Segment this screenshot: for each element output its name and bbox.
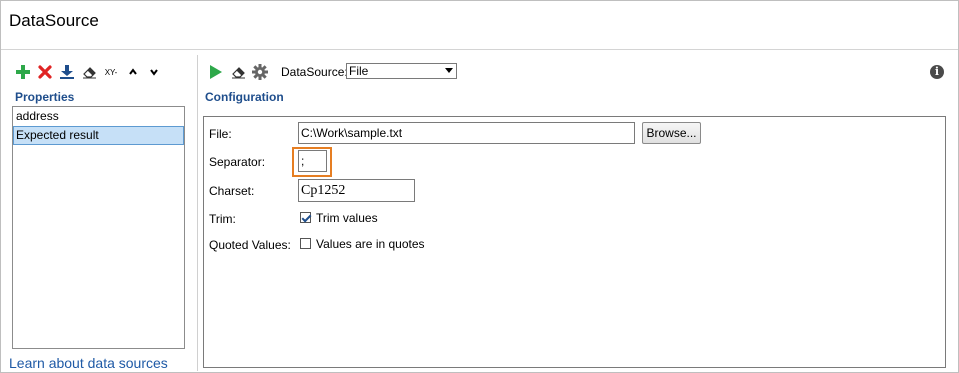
add-property-button[interactable] (14, 63, 32, 81)
browse-button[interactable]: Browse... (642, 122, 701, 144)
settings-button[interactable] (251, 63, 269, 81)
datasource-label: DataSource: (281, 65, 348, 79)
info-icon[interactable]: i (930, 65, 944, 79)
eraser-icon (82, 67, 96, 79)
add-icon (16, 65, 30, 79)
dropdown-arrow-icon (445, 68, 453, 73)
download-icon (60, 65, 74, 79)
file-label: File: (209, 127, 232, 141)
chevron-down-icon (150, 69, 158, 76)
run-button[interactable] (206, 63, 224, 81)
gear-icon (252, 64, 268, 80)
datasource-select[interactable]: File (346, 63, 457, 79)
datasource-value: File (349, 64, 369, 78)
xy-button[interactable]: XY- (100, 63, 122, 81)
properties-list[interactable]: address Expected result (12, 106, 185, 349)
values-in-quotes-checkbox[interactable] (300, 238, 311, 249)
clear-button[interactable] (80, 63, 98, 81)
eraser-icon (231, 67, 245, 79)
list-item-expected-result[interactable]: Expected result (13, 126, 184, 145)
xy-label: XY- (104, 67, 118, 77)
delete-icon (38, 65, 52, 79)
panel-divider (197, 55, 198, 371)
move-up-button[interactable] (124, 63, 142, 81)
window-title: DataSource (9, 11, 99, 30)
separator-label: Separator: (209, 155, 266, 169)
properties-heading: Properties (15, 90, 75, 104)
file-path-input[interactable]: C:\Work\sample.txt (298, 122, 635, 144)
trim-label: Trim: (209, 212, 236, 226)
separator-input[interactable]: ; (298, 150, 327, 172)
charset-input[interactable]: Cp1252 (298, 179, 415, 202)
charset-label: Charset: (209, 184, 255, 198)
list-item-address[interactable]: address (13, 107, 184, 126)
play-icon (209, 65, 222, 79)
chevron-up-icon (129, 68, 137, 75)
title-divider (1, 49, 958, 50)
clear-data-button[interactable] (229, 63, 247, 81)
delete-property-button[interactable] (36, 63, 54, 81)
move-down-button[interactable] (145, 63, 163, 81)
import-button[interactable] (58, 63, 76, 81)
trim-values-checkbox[interactable] (300, 212, 311, 223)
values-in-quotes-label[interactable]: Values are in quotes (316, 237, 425, 251)
configuration-heading: Configuration (205, 90, 284, 104)
learn-data-sources-link[interactable]: Learn about data sources (9, 355, 168, 371)
trim-values-label[interactable]: Trim values (316, 211, 378, 225)
quoted-values-label: Quoted Values: (209, 238, 291, 252)
